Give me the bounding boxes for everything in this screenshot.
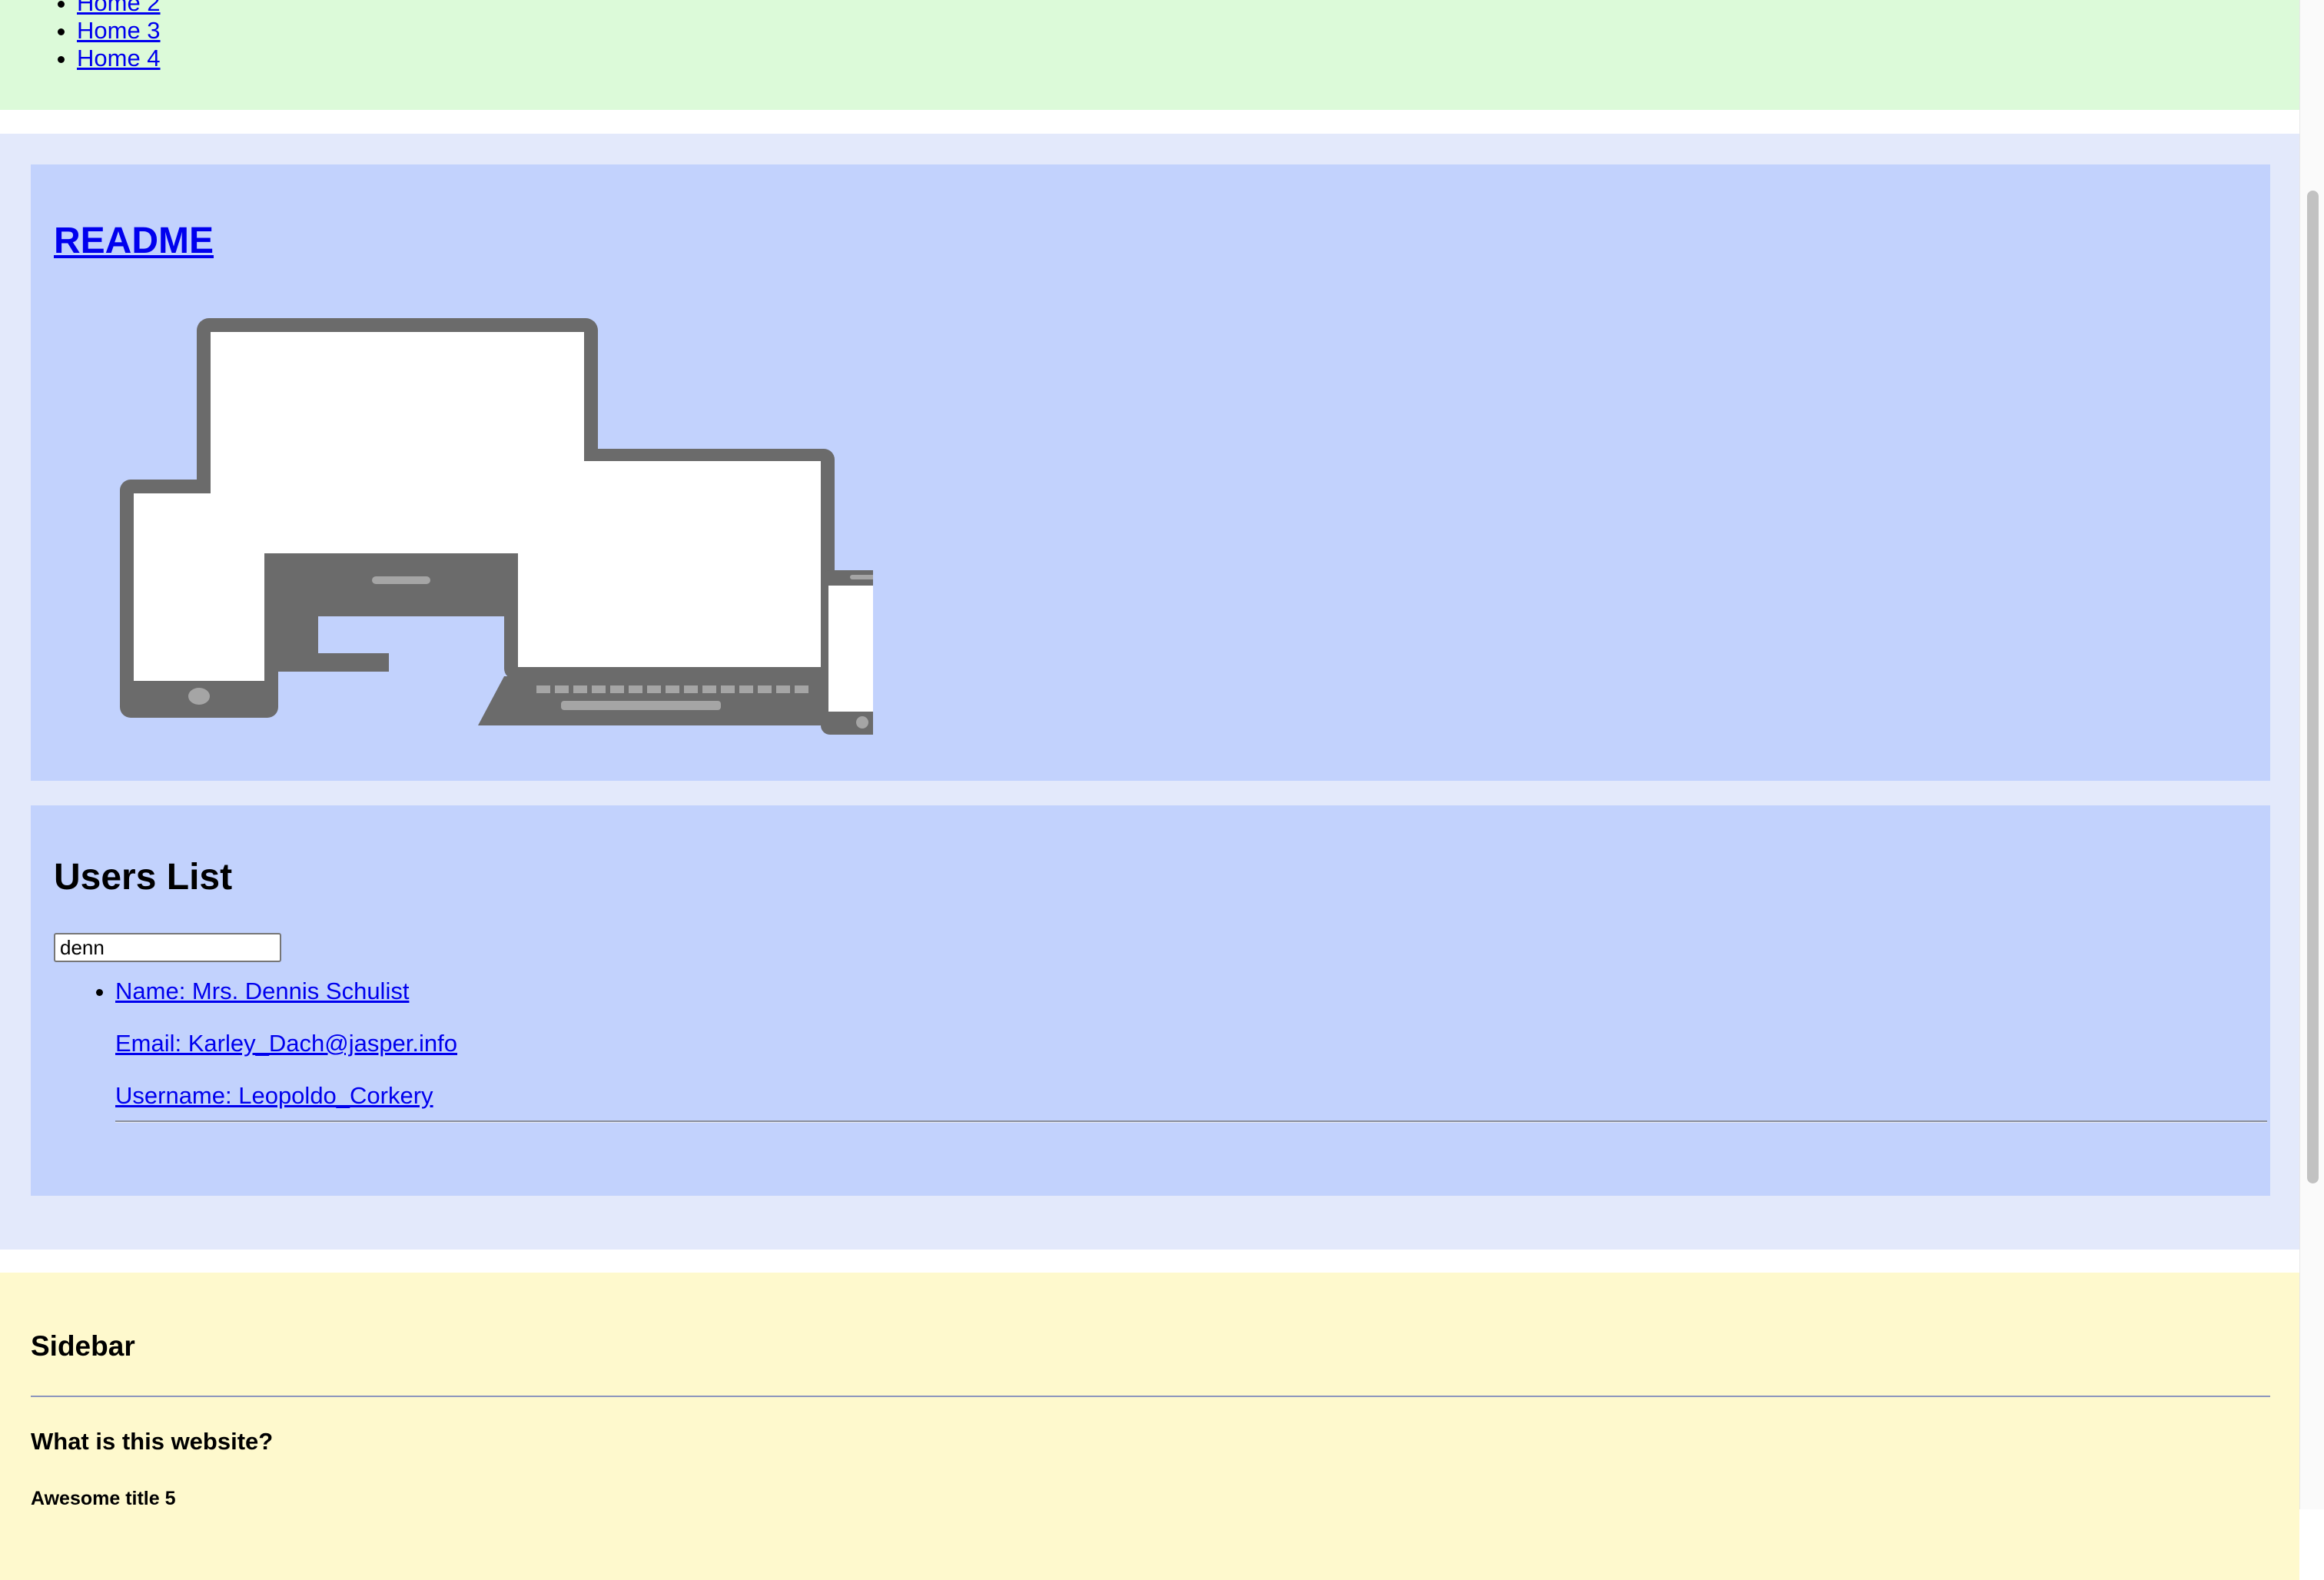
nav-link-home-4[interactable]: Home 4 [77, 45, 161, 71]
user-username-row: Username: Leopoldo_Corkery [115, 1082, 2267, 1110]
user-divider [115, 1120, 2267, 1123]
user-results-list: Name: Mrs. Dennis Schulist Email: Karley… [54, 978, 2267, 1123]
readme-heading: README [54, 220, 214, 263]
user-email-row: Email: Karley_Dach@jasper.info [115, 1030, 2267, 1057]
main-content: README Users List denn • Name: Mrs. Denn… [0, 134, 2299, 1250]
users-card: Users List Name: Mrs. Dennis Schulist Em… [31, 805, 2270, 1196]
sidebar-subtitle: Awesome title 5 [31, 1488, 176, 1509]
nav-item: Home 2 [77, 0, 161, 17]
readme-card: README [31, 164, 2270, 781]
sidebar: Sidebar What is this website? Awesome ti… [0, 1273, 2299, 1580]
responsive-devices-icon [120, 318, 873, 735]
user-username-link[interactable]: Username: Leopoldo_Corkery [115, 1082, 433, 1109]
vertical-scrollbar[interactable] [2299, 0, 2324, 1509]
nav-list: Home 2 Home 3 Home 4 [45, 0, 161, 72]
nav-link-home-3[interactable]: Home 3 [77, 17, 161, 44]
scrollbar-thumb[interactable] [2307, 191, 2319, 1183]
nav-item: Home 4 [77, 45, 161, 72]
readme-link[interactable]: README [54, 221, 214, 261]
sidebar-question: What is this website? [31, 1428, 274, 1455]
user-name-link[interactable]: Name: Mrs. Dennis Schulist [115, 978, 409, 1004]
top-nav: Home 2 Home 3 Home 4 [0, 0, 2299, 110]
users-list-heading: Users List [54, 857, 233, 898]
sidebar-title: Sidebar [31, 1330, 135, 1362]
nav-item: Home 3 [77, 17, 161, 45]
sidebar-divider [31, 1396, 2270, 1397]
user-search-input[interactable] [54, 933, 281, 962]
user-email-link[interactable]: Email: Karley_Dach@jasper.info [115, 1030, 457, 1057]
user-name-row: Name: Mrs. Dennis Schulist [115, 978, 2267, 1005]
nav-link-home-2[interactable]: Home 2 [77, 0, 161, 16]
list-item: Name: Mrs. Dennis Schulist Email: Karley… [115, 978, 2267, 1123]
